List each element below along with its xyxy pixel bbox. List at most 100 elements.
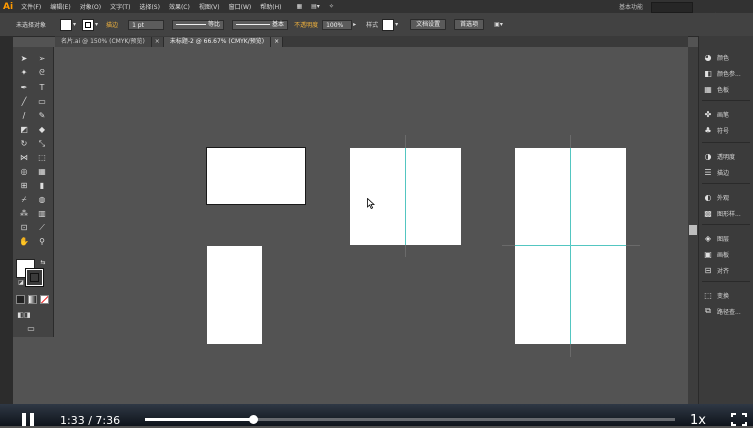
zoom-tool-icon[interactable]: ⚲ (35, 236, 49, 248)
playback-time: 1:33 / 7:36 (60, 414, 120, 427)
panel-divider (702, 142, 750, 143)
panel-pathfinder[interactable]: ⧉ 路径查... (703, 305, 741, 317)
scale-tool-icon[interactable]: ⤡ (35, 138, 49, 150)
bridge-icon[interactable]: ▦ (296, 3, 302, 10)
artboard-tool-icon[interactable]: ⊡ (17, 222, 31, 234)
arrange-icon[interactable]: ▣▾ (494, 21, 503, 28)
stroke-swatch[interactable] (82, 18, 95, 31)
panel-transform[interactable]: ⬚ 变换 (703, 289, 729, 301)
panel-appearance[interactable]: ◐ 外观 (703, 191, 730, 203)
panel-divider (702, 281, 750, 282)
workspace-switcher[interactable]: 基本功能 (619, 2, 643, 11)
eraser-tool-icon[interactable]: ◆ (35, 124, 49, 136)
artboard-2[interactable] (207, 246, 262, 344)
hand-tool-icon[interactable]: ✋ (17, 236, 31, 248)
selection-tool-icon[interactable]: ➤ (17, 53, 31, 65)
magic-wand-tool-icon[interactable]: ✦ (17, 67, 31, 79)
free-transform-tool-icon[interactable]: ⬚ (35, 152, 49, 164)
menu-type[interactable]: 文字(T) (110, 2, 130, 11)
panel-transparency[interactable]: ◑ 透明度 (703, 150, 736, 162)
perspective-grid-tool-icon[interactable]: ▦ (35, 166, 49, 178)
transparency-icon: ◑ (704, 151, 712, 161)
fullscreen-icon[interactable] (731, 413, 747, 426)
menu-select[interactable]: 选择(S) (139, 2, 160, 11)
screen-mode-icon[interactable]: ▭ (24, 323, 38, 335)
fill-swatch[interactable] (60, 18, 73, 31)
close-icon[interactable]: × (271, 37, 284, 47)
eyedropper-tool-icon[interactable]: ⌿ (17, 194, 31, 206)
color-mode-icon[interactable] (16, 295, 25, 304)
chevron-down-icon[interactable]: ▾ (395, 21, 398, 28)
type-tool-icon[interactable]: T (35, 82, 49, 94)
menu-effect[interactable]: 效果(C) (169, 2, 190, 11)
blend-tool-icon[interactable]: ◍ (35, 194, 49, 206)
rotate-tool-icon[interactable]: ↻ (17, 138, 31, 150)
rectangle-tool-icon[interactable]: ▭ (35, 96, 49, 108)
menu-object[interactable]: 对象(O) (80, 2, 101, 11)
progress-handle[interactable] (249, 415, 258, 424)
chevron-down-icon[interactable]: ▾ (95, 21, 98, 28)
stroke-label[interactable]: 描边 (106, 20, 118, 29)
mesh-tool-icon[interactable]: ⊞ (17, 180, 31, 192)
default-fill-stroke-icon[interactable]: ◪ (14, 277, 28, 289)
panel-layers[interactable]: ◈ 图层 (703, 232, 729, 244)
slice-tool-icon[interactable]: ⟋ (35, 222, 49, 234)
stroke-weight-field[interactable]: 1 pt (128, 19, 165, 30)
pen-tool-icon[interactable]: ✒ (17, 82, 31, 94)
swap-fill-stroke-icon[interactable]: ⇆ (36, 257, 50, 269)
panel-color[interactable]: ◕ 颜色 (703, 51, 730, 63)
profile-line-icon (176, 24, 207, 25)
line-tool-icon[interactable]: ╱ (17, 96, 31, 108)
width-tool-icon[interactable]: ⋈ (17, 152, 31, 164)
scrollbar-thumb[interactable] (689, 225, 697, 235)
menu-file[interactable]: 文件(F) (21, 2, 41, 11)
panel-stroke[interactable]: ☰ 描边 (703, 166, 729, 178)
tools-panel: ➤ ➢ ✦ ᘓ ✒ T ╱ ▭ ∕ ✎ ◩ ◆ ↻ ⤡ ⋈ ⬚ ◎ ▦ ⊞ ▮ … (13, 47, 54, 337)
direct-selection-tool-icon[interactable]: ➢ (35, 53, 49, 65)
lasso-tool-icon[interactable]: ᘓ (35, 67, 49, 79)
opacity-label[interactable]: 不透明度 (294, 20, 318, 29)
gradient-tool-icon[interactable]: ▮ (35, 180, 49, 192)
panel-align[interactable]: ⊟ 对齐 (703, 264, 729, 276)
panel-artboards[interactable]: ▣ 画板 (703, 248, 729, 260)
panel-graphic-styles[interactable]: ▩ 图形样... (703, 207, 741, 219)
graphic-style-swatch[interactable] (382, 18, 395, 31)
menu-help[interactable]: 帮助(H) (260, 2, 281, 11)
brush-definition-select[interactable]: 基本 (232, 19, 289, 30)
arrange-documents-icon[interactable]: ▤▾ (311, 3, 320, 10)
panel-swatches[interactable]: ▦ 色板 (703, 83, 729, 95)
shape-builder-tool-icon[interactable]: ◎ (17, 166, 31, 178)
panel-brushes[interactable]: ✤ 画笔 (703, 108, 729, 120)
artboard-1[interactable] (206, 147, 306, 205)
paintbrush-tool-icon[interactable]: ∕ (17, 110, 31, 122)
opacity-field[interactable]: 100% (322, 19, 353, 30)
vertical-scrollbar[interactable] (688, 47, 698, 404)
gpu-icon[interactable]: ✧ (329, 3, 334, 10)
pause-icon[interactable] (21, 413, 35, 426)
gradient-mode-icon[interactable] (28, 295, 37, 304)
draw-mode-icon[interactable]: ◧◨ (17, 309, 31, 321)
color-guide-icon: ◧ (704, 68, 712, 78)
tab-document-1[interactable]: 名片.ai @ 150% (CMYK/预览) (55, 37, 152, 47)
chevron-down-icon[interactable]: ▾ (73, 21, 76, 28)
menu-window[interactable]: 窗口(W) (229, 2, 252, 11)
none-mode-icon[interactable] (40, 295, 49, 304)
stroke-color-box[interactable] (26, 269, 43, 286)
panel-color-guide[interactable]: ◧ 颜色参... (703, 67, 741, 79)
symbol-sprayer-tool-icon[interactable]: ⁂ (17, 208, 31, 220)
chevron-right-icon[interactable]: ▸ (353, 21, 356, 28)
blob-brush-tool-icon[interactable]: ◩ (17, 124, 31, 136)
menu-view[interactable]: 视图(V) (199, 2, 220, 11)
document-setup-button[interactable]: 文档设置 (410, 19, 447, 30)
tab-document-2[interactable]: 未标题-2 @ 66.67% (CMYK/预览) (163, 37, 272, 47)
variable-width-profile-select[interactable]: 等比 (172, 19, 225, 30)
panel-symbols[interactable]: ♣ 符号 (703, 124, 729, 136)
canvas[interactable] (55, 47, 688, 404)
menu-edit[interactable]: 编辑(E) (50, 2, 70, 11)
no-selection-label: 未选择对象 (16, 22, 47, 29)
symbols-icon: ♣ (704, 125, 712, 135)
preferences-button[interactable]: 首选项 (454, 19, 485, 30)
pencil-tool-icon[interactable]: ✎ (35, 110, 49, 122)
close-icon[interactable]: × (151, 37, 164, 47)
column-graph-tool-icon[interactable]: ▥ (35, 208, 49, 220)
